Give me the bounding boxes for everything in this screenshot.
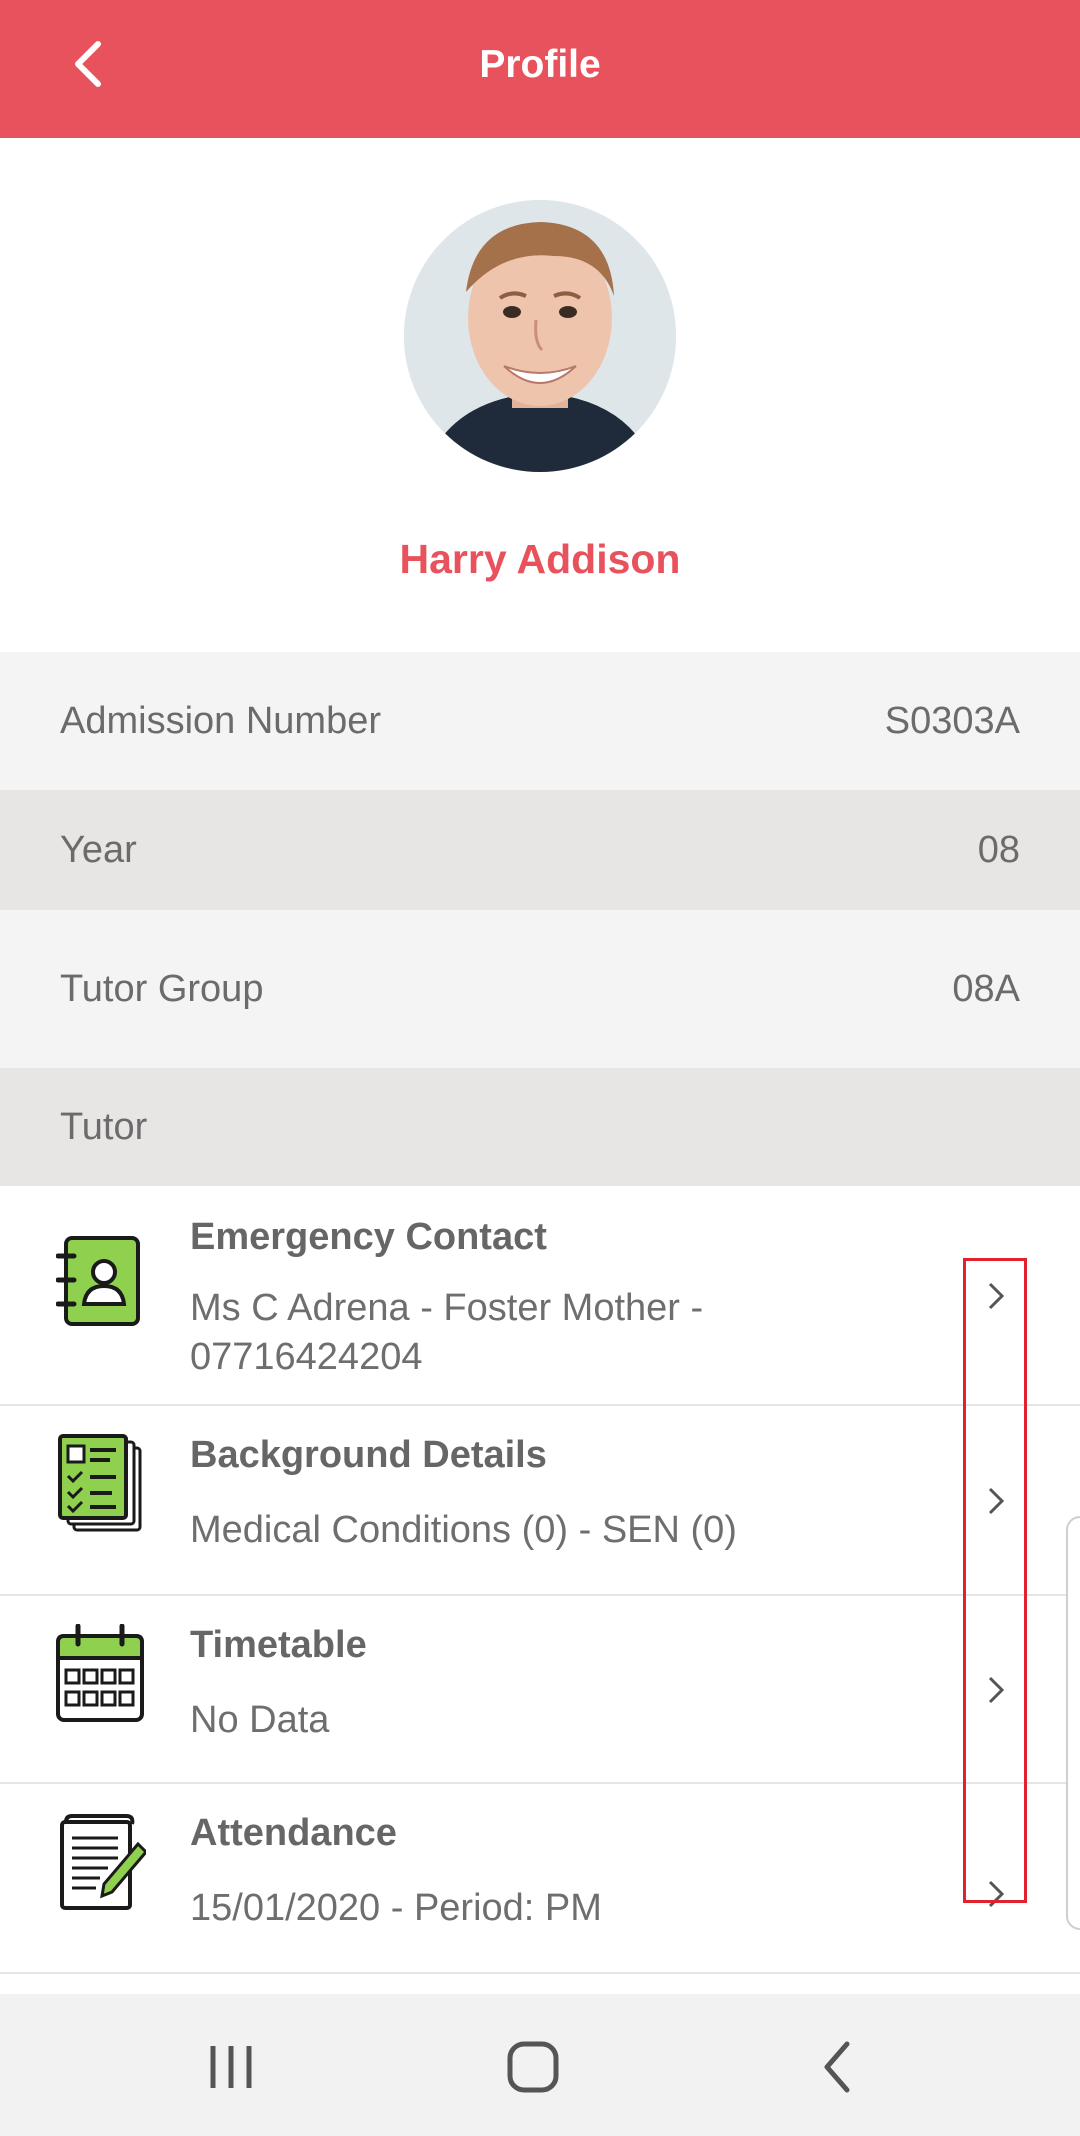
emergency-contact-item[interactable]: Emergency Contact Ms C Adrena - Foster M… — [0, 1186, 1080, 1406]
calendar-icon — [56, 1623, 146, 1724]
timetable-title: Timetable — [190, 1624, 367, 1666]
tutor-label: Tutor — [60, 1105, 148, 1148]
avatar — [404, 200, 676, 472]
student-name: Harry Addison — [399, 536, 681, 582]
edge-panel-handle[interactable] — [1066, 1516, 1080, 1930]
chevron-right-icon — [980, 1278, 1010, 1314]
page-title: Profile — [479, 43, 601, 86]
emergency-contact-subtitle: Ms C Adrena - Foster Mother - 0771642420… — [190, 1287, 704, 1378]
tutor-row: Tutor — [0, 1068, 1080, 1186]
tutor-group-row: Tutor Group 08A — [0, 910, 1080, 1068]
chevron-right-icon — [980, 1876, 1010, 1912]
register-pencil-icon — [56, 1814, 149, 1914]
system-nav-bar — [0, 1994, 1080, 2136]
tutor-group-label: Tutor Group — [60, 967, 264, 1010]
year-value: 08 — [977, 828, 1020, 871]
background-details-subtitle: Medical Conditions (0) - SEN (0) — [190, 1509, 737, 1551]
background-details-item[interactable]: Background Details Medical Conditions (0… — [0, 1406, 1080, 1596]
contact-book-icon — [55, 1232, 146, 1332]
attendance-title: Attendance — [190, 1812, 397, 1854]
tutor-group-value: 08A — [952, 967, 1020, 1010]
home-button[interactable] — [498, 2032, 568, 2102]
system-back-button[interactable] — [802, 2032, 872, 2102]
chevron-right-icon — [980, 1672, 1010, 1708]
admission-number-value: S0303A — [884, 699, 1020, 742]
recents-button[interactable] — [196, 2032, 266, 2102]
app-header: Profile — [0, 0, 1080, 138]
checklist-document-icon — [56, 1434, 146, 1534]
attendance-subtitle: 15/01/2020 - Period: PM — [190, 1887, 602, 1929]
recents-icon — [210, 2046, 252, 2088]
home-icon — [507, 2041, 559, 2093]
timetable-item[interactable]: Timetable No Data — [0, 1596, 1080, 1784]
admission-number-row: Admission Number S0303A — [0, 652, 1080, 790]
attendance-item[interactable]: Attendance 15/01/2020 - Period: PM — [0, 1784, 1080, 1974]
back-icon — [824, 2041, 850, 2093]
timetable-subtitle: No Data — [190, 1699, 330, 1741]
background-details-title: Background Details — [190, 1434, 547, 1476]
admission-number-label: Admission Number — [60, 699, 381, 742]
chevron-right-icon — [980, 1483, 1010, 1519]
year-row: Year 08 — [0, 790, 1080, 910]
emergency-contact-title: Emergency Contact — [190, 1216, 547, 1258]
year-label: Year — [60, 828, 137, 871]
